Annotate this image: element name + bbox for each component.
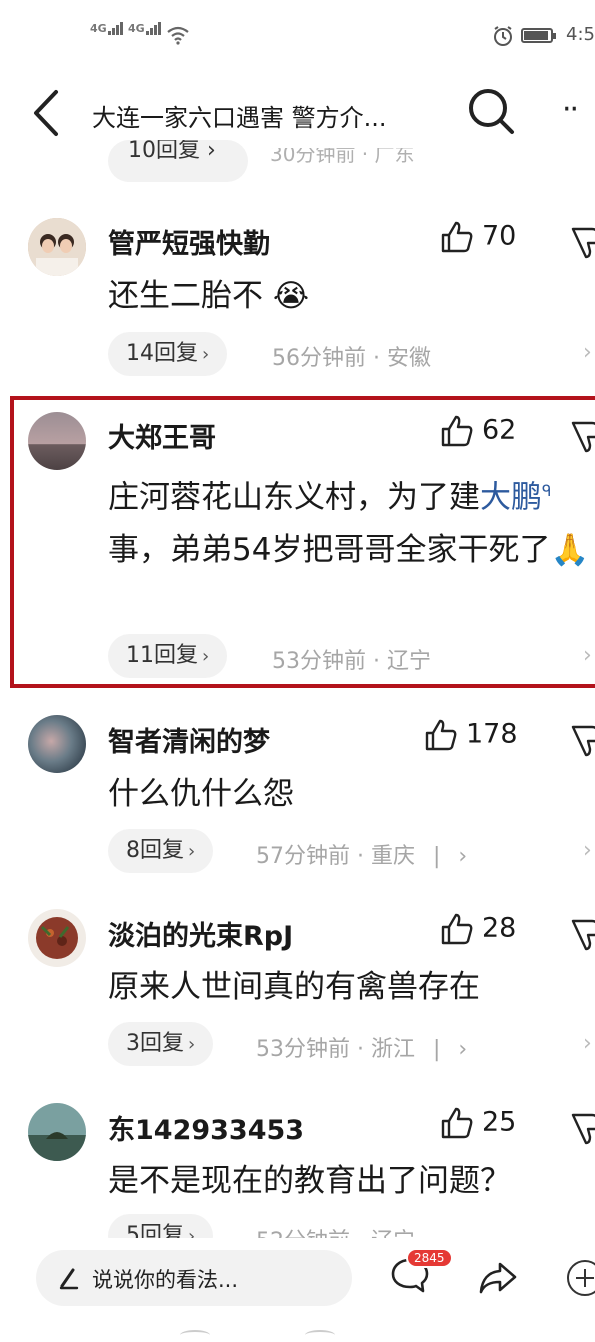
thumbs-up-icon [441,415,473,447]
meta-clipped: 30分钟前 · 广东 [270,148,415,166]
avatar[interactable] [28,412,86,470]
like-button[interactable]: 62 [440,414,516,448]
like-count: 25 [482,1106,517,1138]
signal-indicator-2: 4G [128,22,162,35]
status-time: 4:5 [566,24,595,45]
chevron-right-icon[interactable]: › [583,340,592,365]
search-mark-icon[interactable]: ᑫ [542,482,551,500]
avatar[interactable] [28,218,86,276]
thumbs-up-icon [441,1107,473,1139]
wifi-icon [167,26,189,45]
chevron-right-icon[interactable]: › [583,1031,592,1056]
like-button[interactable]: 178 [424,718,518,752]
reply-count-button[interactable]: 11回复 › [108,634,228,678]
comment-text: 是不是现在的教育出了问题？ [108,1163,511,1199]
avatar[interactable] [28,1103,86,1161]
avatar[interactable] [28,909,86,967]
share-icon[interactable] [478,1260,518,1296]
search-icon[interactable] [466,86,516,136]
username[interactable]: 管严短强快勤 [108,222,270,261]
reply-count-button[interactable]: 8回复 › [108,829,214,873]
comment-text: 什么仇什么怨 [108,776,294,812]
like-count: 28 [482,912,517,944]
avatar[interactable] [28,715,86,773]
comment-text: 庄河蓉花山东义村，为了建大鹏ᑫ事，弟弟54岁把哥哥全家干死了🙏 [108,479,590,569]
comment-count-badge: 2845 [406,1248,453,1268]
thumbs-down-icon[interactable] [570,1112,595,1146]
comment-meta: 53分钟前 · 辽宁 [272,649,431,674]
thumbs-down-icon[interactable] [570,226,595,260]
thumbs-up-icon [441,221,473,253]
like-count: 70 [482,220,517,252]
thumbs-down-icon[interactable] [570,420,595,454]
comment-input-placeholder: 说说你的看法... [92,1268,239,1292]
thumbs-up-icon [425,719,457,751]
comment-input[interactable]: 说说你的看法... [36,1250,352,1306]
nav-gesture-hint [305,1330,335,1340]
top-navigation-bar: 大连一家六口遇害 警方介... ·· [0,70,595,160]
plus-circle-icon[interactable] [567,1260,595,1296]
comment-meta: 53分钟前 · 浙江 | › [256,1037,468,1062]
signal-indicator-1: 4G [90,22,124,35]
username[interactable]: 大郑王哥 [108,416,216,455]
reply-count-button[interactable]: 3回复 › [108,1022,214,1066]
back-chevron-icon[interactable] [30,88,60,138]
comment-meta: 57分钟前 · 重庆 | › [256,844,468,869]
thumbs-down-icon[interactable] [570,918,595,952]
pen-icon [59,1268,79,1290]
battery-icon [521,28,556,43]
bottom-comment-bar: 说说你的看法... 2845 [0,1238,595,1342]
comment-text: 原来人世间真的有禽兽存在 [108,969,480,1005]
reply-pill-clipped[interactable]: 10回复 › [108,140,248,182]
search-keyword-link[interactable]: 大鹏 [480,479,542,515]
thumbs-up-icon [441,913,473,945]
more-dots-icon[interactable]: ·· [562,95,579,125]
like-button[interactable]: 28 [440,912,516,946]
comment-meta: 56分钟前 · 安徽 [272,346,431,371]
chevron-right-icon[interactable]: › [583,643,592,668]
username[interactable]: 东142933453 [108,1108,304,1147]
chevron-right-icon[interactable]: › [583,838,592,863]
like-count: 178 [466,718,518,750]
thumbs-down-icon[interactable] [570,724,595,758]
reply-count-button[interactable]: 14回复 › [108,332,228,376]
page-title: 大连一家六口遇害 警方介... [92,104,387,132]
comment-text: 还生二胎不 😭 [108,278,310,314]
username[interactable]: 淡泊的光束RpJ [108,914,293,953]
alarm-clock-icon [494,26,512,46]
like-button[interactable]: 25 [440,1106,516,1140]
nav-gesture-hint [180,1330,210,1340]
like-button[interactable]: 70 [440,220,516,254]
username[interactable]: 智者清闲的梦 [108,720,270,759]
status-bar: 4G 4G 4:5 [0,0,595,70]
like-count: 62 [482,414,517,446]
